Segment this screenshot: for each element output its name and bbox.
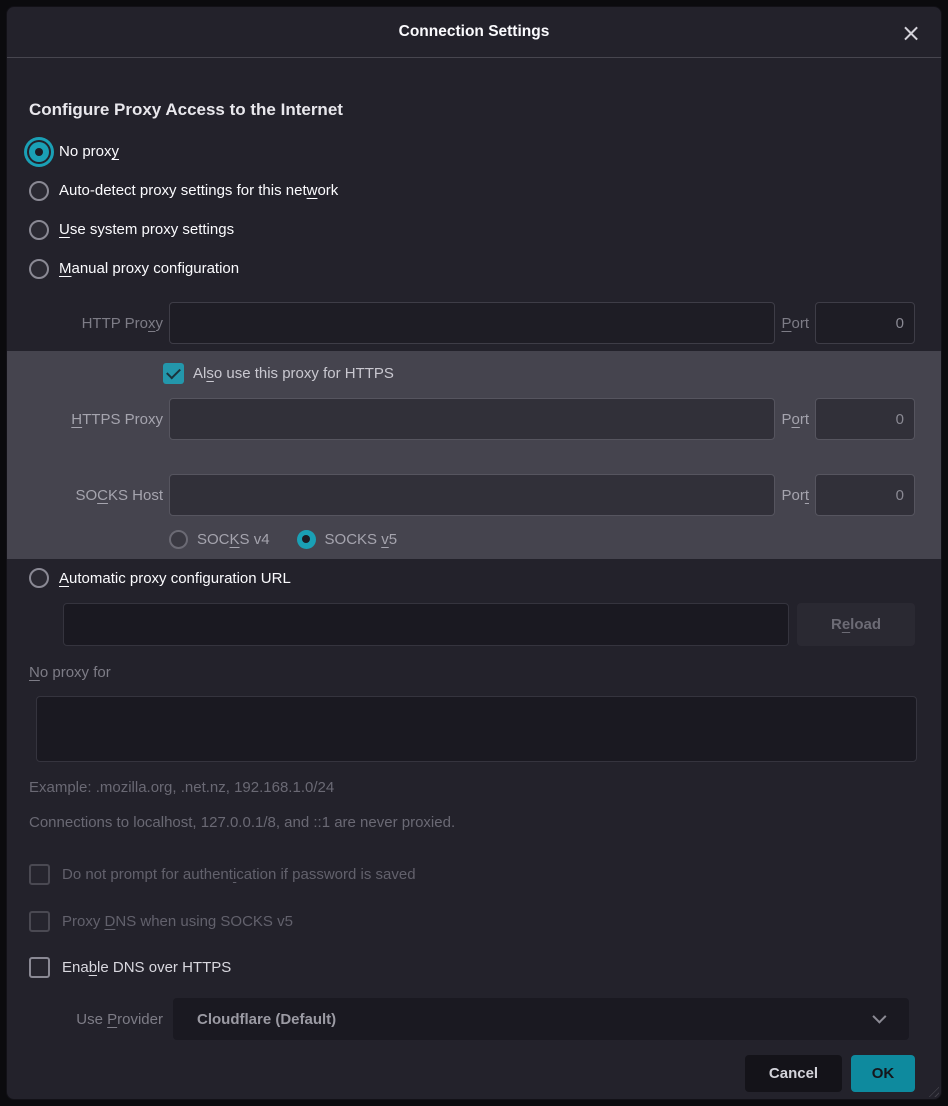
socks-v4-radio [169,530,188,549]
chevron-down-icon [872,1010,886,1024]
enable-doh-row[interactable]: Enable DNS over HTTPS [7,955,941,979]
radio-row-auto-detect[interactable]: Auto-detect proxy settings for this netw… [7,171,941,210]
https-proxy-input [169,398,775,440]
http-proxy-row: HTTP Proxy Port [7,302,941,344]
auto-detect-radio[interactable] [29,181,49,201]
reload-button: Reload [797,603,915,646]
no-proxy-label: No proxy [59,143,119,160]
socks-port-label: Port [781,487,809,504]
radio-row-manual-proxy[interactable]: Manual proxy configuration [7,249,941,288]
no-prompt-auth-label: Do not prompt for authentication if pass… [62,866,416,883]
connection-settings-dialog: Connection Settings × Configure Proxy Ac… [6,6,942,1100]
dialog-titlebar: Connection Settings × [7,7,941,58]
close-icon[interactable]: × [897,19,925,47]
system-proxy-label: Use system proxy settings [59,221,234,238]
socks-v4-label: SOCKS v4 [197,531,270,548]
enable-doh-label: Enable DNS over HTTPS [62,959,231,976]
https-proxy-row: HTTPS Proxy Port [29,398,915,440]
no-proxy-for-label: No proxy for [29,664,941,686]
ok-button[interactable]: OK [851,1055,915,1092]
auto-config-url-input [63,603,789,646]
manual-proxy-label: Manual proxy configuration [59,260,239,277]
radio-row-system-proxy[interactable]: Use system proxy settings [7,210,941,249]
socks-port-input [815,474,915,516]
auto-url-label: Automatic proxy configuration URL [59,570,291,587]
also-https-label: Also use this proxy for HTTPS [193,365,394,382]
enable-doh-checkbox[interactable] [29,957,50,978]
socks-host-row: SOCKS Host Port [29,474,915,516]
auto-detect-label: Auto-detect proxy settings for this netw… [59,182,338,199]
no-prompt-auth-checkbox [29,864,50,885]
http-proxy-input [169,302,775,344]
no-proxy-radio[interactable] [29,142,49,162]
cancel-button[interactable]: Cancel [745,1055,842,1092]
proxy-dns-label: Proxy DNS when using SOCKS v5 [62,913,293,930]
auto-url-radio[interactable] [29,568,49,588]
doh-provider-row: Use Provider Cloudflare (Default) [29,998,909,1040]
use-provider-label: Use Provider [29,1011,163,1028]
provider-dropdown: Cloudflare (Default) [173,998,909,1040]
provider-selected-value: Cloudflare (Default) [197,1011,336,1028]
no-proxy-for-textarea [36,696,917,762]
proxy-dns-row: Proxy DNS when using SOCKS v5 [7,909,941,933]
radio-row-no-proxy[interactable]: No proxy [7,132,941,171]
socks-version-row: SOCKS v4 SOCKS v5 [169,526,915,552]
socks-v5-radio [297,530,316,549]
http-proxy-label: HTTP Proxy [29,315,163,332]
system-proxy-radio[interactable] [29,220,49,240]
https-port-input [815,398,915,440]
proxy-dns-checkbox [29,911,50,932]
https-proxy-label: HTTPS Proxy [29,411,163,428]
dialog-title: Connection Settings [399,23,550,41]
radio-row-auto-url[interactable]: Automatic proxy configuration URL [7,563,941,593]
http-port-label: Port [781,315,809,332]
page-title: Configure Proxy Access to the Internet [29,100,941,120]
localhost-note: Connections to localhost, 127.0.0.1/8, a… [29,814,941,836]
socks-host-label: SOCKS Host [29,487,163,504]
dialog-content: Configure Proxy Access to the Internet N… [7,100,941,1100]
no-prompt-auth-row: Do not prompt for authentication if pass… [7,862,941,886]
also-https-row: Also use this proxy for HTTPS [163,361,915,385]
manual-proxy-radio[interactable] [29,259,49,279]
highlighted-section: Also use this proxy for HTTPS HTTPS Prox… [7,351,941,559]
dialog-footer: Cancel OK [7,1055,915,1092]
socks-v5-label: SOCKS v5 [325,531,398,548]
socks-host-input [169,474,775,516]
also-https-checkbox [163,363,184,384]
auto-config-url-row: Reload [63,603,915,646]
example-hint: Example: .mozilla.org, .net.nz, 192.168.… [29,779,941,801]
http-port-input [815,302,915,344]
https-port-label: Port [781,411,809,428]
